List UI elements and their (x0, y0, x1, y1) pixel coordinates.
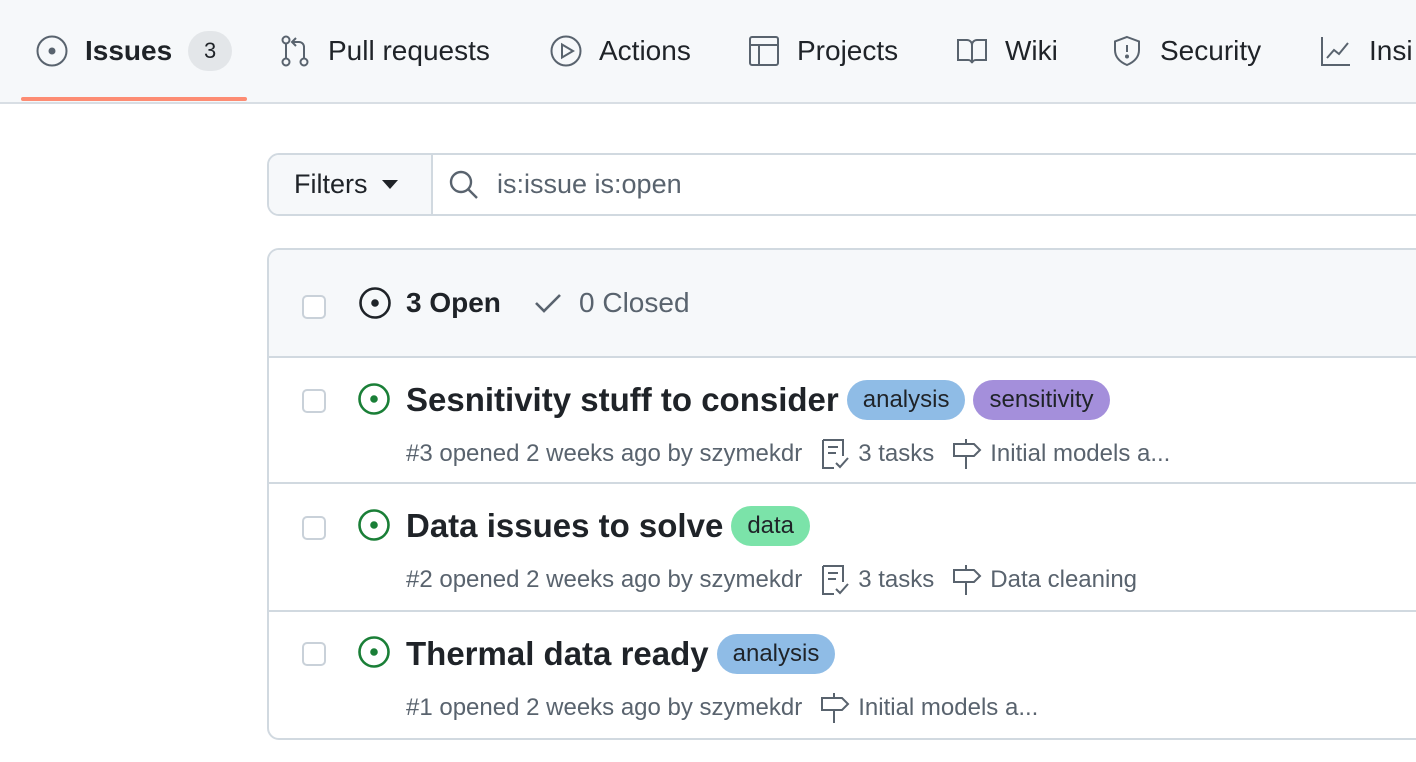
tasklist-icon (822, 439, 849, 469)
issue-title-line: Sesnitivity stuff to consider analysis s… (406, 380, 1110, 420)
issue-title-link[interactable]: Thermal data ready (406, 635, 709, 673)
closed-issues-tab[interactable]: 0 Closed (531, 286, 690, 320)
tab-issues-label: Issues (85, 35, 173, 66)
tab-actions-label: Actions (599, 35, 691, 66)
issue-title-line: Thermal data ready analysis (406, 634, 836, 674)
issue-opened-icon (358, 636, 390, 668)
open-issues-tab[interactable]: 3 Open (358, 286, 501, 320)
filters-button[interactable]: Filters (269, 155, 433, 214)
tab-insights-label: Insi (1369, 35, 1413, 66)
issue-opened-info: #2 opened 2 weeks ago by szymekdr (406, 566, 803, 593)
issue-meta: #3 opened 2 weeks ago by szymekdr 3 task… (406, 438, 1170, 470)
milestone-icon (821, 693, 850, 723)
issue-opened-icon (359, 287, 391, 319)
caret-down-icon (381, 180, 398, 189)
tab-actions[interactable]: Actions (549, 0, 691, 102)
tasklist-icon (822, 565, 849, 595)
issue-row[interactable]: Thermal data ready analysis #1 opened 2 … (269, 614, 1416, 738)
issue-opened-info: #1 opened 2 weeks ago by szymekdr (406, 694, 803, 721)
label-analysis[interactable]: analysis (716, 634, 836, 674)
search-box (433, 155, 1416, 214)
tab-wiki[interactable]: Wiki (955, 0, 1058, 102)
milestone-icon (953, 439, 982, 469)
issue-checkbox[interactable] (302, 516, 326, 540)
search-icon (449, 170, 478, 199)
closed-count-label: 0 Closed (579, 287, 690, 318)
issues-counter: 3 (188, 31, 233, 71)
issue-tasks[interactable]: 3 tasks (858, 440, 934, 468)
issue-opened-icon (358, 509, 390, 541)
check-icon (535, 294, 561, 313)
open-count-label: 3 Open (406, 287, 501, 318)
tab-projects[interactable]: Projects (747, 0, 898, 102)
tab-pull-requests[interactable]: Pull requests (278, 0, 490, 102)
issue-row[interactable]: Data issues to solve data #2 opened 2 we… (269, 486, 1416, 612)
label-data[interactable]: data (731, 506, 811, 546)
book-icon (957, 39, 987, 64)
issue-meta: #2 opened 2 weeks ago by szymekdr 3 task… (406, 564, 1137, 596)
tab-pull-requests-label: Pull requests (328, 35, 490, 66)
issue-milestone[interactable]: Initial models a... (990, 440, 1170, 468)
issue-opened-info: #3 opened 2 weeks ago by szymekdr (406, 440, 803, 467)
tab-security-label: Security (1160, 35, 1262, 66)
issue-meta: #1 opened 2 weeks ago by szymekdr Initia… (406, 692, 1038, 724)
tab-projects-label: Projects (797, 35, 899, 66)
git-pull-request-icon (281, 35, 309, 67)
shield-icon (1114, 35, 1140, 67)
tab-security[interactable]: Security (1110, 0, 1261, 102)
issue-checkbox[interactable] (302, 642, 326, 666)
issues-list: 3 Open 0 Closed Sesnitivity stuff to con… (267, 248, 1416, 740)
graph-icon (1321, 37, 1350, 66)
label-analysis[interactable]: analysis (846, 380, 966, 420)
issue-title-link[interactable]: Data issues to solve (406, 507, 723, 545)
search-input[interactable] (497, 169, 1097, 200)
issue-opened-icon (36, 35, 68, 67)
play-icon (550, 35, 582, 67)
select-all-checkbox[interactable] (302, 295, 326, 319)
repo-nav: Issues 3 Pull requests Actions Projects … (0, 0, 1416, 104)
tab-wiki-label: Wiki (1005, 35, 1058, 66)
issue-opened-icon (358, 383, 390, 415)
filters-button-label: Filters (294, 169, 368, 199)
tab-issues[interactable]: Issues 3 (35, 0, 233, 102)
issue-title-line: Data issues to solve data (406, 506, 811, 546)
filter-bar: Filters (267, 153, 1416, 216)
milestone-icon (953, 565, 982, 595)
issue-title-link[interactable]: Sesnitivity stuff to consider (406, 381, 839, 419)
tab-insights[interactable]: Insi (1319, 0, 1413, 102)
issue-row[interactable]: Sesnitivity stuff to consider analysis s… (269, 358, 1416, 484)
issue-milestone[interactable]: Initial models a... (858, 694, 1038, 722)
active-tab-underline (21, 97, 247, 101)
label-sensitivity[interactable]: sensitivity (973, 380, 1110, 420)
issues-list-header: 3 Open 0 Closed (269, 250, 1416, 358)
issue-tasks[interactable]: 3 tasks (858, 566, 934, 594)
issue-milestone[interactable]: Data cleaning (990, 566, 1137, 594)
issue-checkbox[interactable] (302, 389, 326, 413)
table-icon (749, 36, 779, 66)
